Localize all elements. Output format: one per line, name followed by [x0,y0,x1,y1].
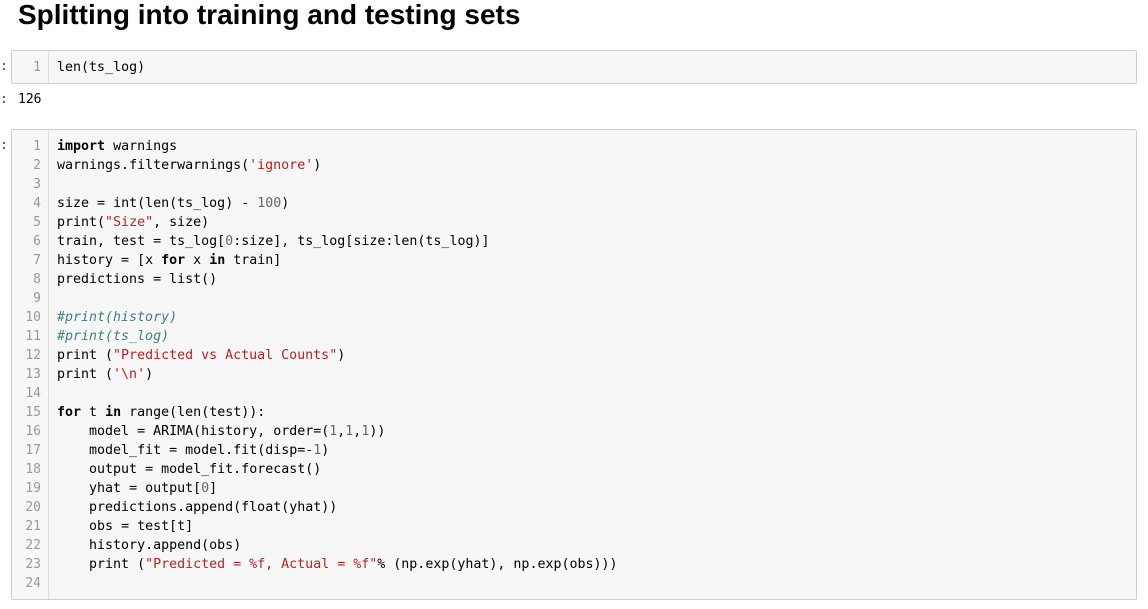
code-text[interactable]: predictions.append(float(yhat)) [57,498,337,517]
line-number: 21 [25,519,41,534]
code-text[interactable]: print ("Predicted vs Actual Counts") [57,346,345,365]
line-number: 3 [33,177,41,192]
code-line: 13 print ('\n') [12,365,1136,384]
line-number: 20 [25,500,41,515]
code-text[interactable]: len(ts_log) [57,58,145,77]
code-line: 11 #print(ts_log) [12,327,1136,346]
line-number: 1 [33,139,41,154]
section-heading: Splitting into training and testing sets [18,0,521,30]
code-text[interactable]: print ("Predicted = %f, Actual = %f"% (n… [57,555,618,574]
code-text[interactable]: print("Size", size) [57,213,209,232]
line-number: 6 [33,234,41,249]
cell-1-prompt: : [0,59,8,74]
line-number: 22 [25,538,41,553]
code-line: 5 print("Size", size) [12,213,1136,232]
code-line: 23 print ("Predicted = %f, Actual = %f"%… [12,555,1136,574]
code-text[interactable]: output = model_fit.forecast() [57,460,321,479]
code-line: 24 [12,574,1136,593]
code-text[interactable]: obs = test[t] [57,517,193,536]
code-cell-2[interactable]: 1 import warnings 2 warnings.filterwarnings… [11,129,1137,600]
code-line: 9 [12,289,1136,308]
line-number: 13 [25,367,41,382]
code-line: 8 predictions = list() [12,270,1136,289]
code-text[interactable]: history.append(obs) [57,536,241,555]
line-number: 4 [33,196,41,211]
code-line: 18 output = model_fit.forecast() [12,460,1136,479]
line-number: 24 [25,576,41,591]
code-text[interactable]: size = int(len(ts_log) - 100) [57,194,289,213]
code-cell-1[interactable]: 1 len(ts_log) [11,50,1137,84]
line-number: 16 [25,424,41,439]
code-lines: 1 import warnings 2 warnings.filterwarnings… [12,137,1136,593]
line-number: 12 [25,348,41,363]
code-line: 14 [12,384,1136,403]
code-line: 4 size = int(len(ts_log) - 100) [12,194,1136,213]
code-line: 1 import warnings [12,137,1136,156]
code-line: 16 model = ARIMA(history, order=(1,1,1)) [12,422,1136,441]
code-line: 7 history = [x for x in train] [12,251,1136,270]
code-text[interactable]: model = ARIMA(history, order=(1,1,1)) [57,422,385,441]
code-line: 21 obs = test[t] [12,517,1136,536]
code-text[interactable]: import warnings [57,137,177,156]
code-line: 6 train, test = ts_log[0:size], ts_log[si… [12,232,1136,251]
line-number: 9 [33,291,41,306]
code-line: 10 #print(history) [12,308,1136,327]
code-line: 17 model_fit = model.fit(disp=-1) [12,441,1136,460]
code-text[interactable]: warnings.filterwarnings('ignore') [57,156,321,175]
code-text[interactable]: yhat = output[0] [57,479,217,498]
code-line: 2 warnings.filterwarnings('ignore') [12,156,1136,175]
line-number: 7 [33,253,41,268]
code-text[interactable]: #print(ts_log) [57,327,169,346]
code-text[interactable]: model_fit = model.fit(disp=-1) [57,441,329,460]
code-line: 12 print ("Predicted vs Actual Counts") [12,346,1136,365]
code-text[interactable]: predictions = list() [57,270,217,289]
code-line: 19 yhat = output[0] [12,479,1136,498]
line-number: 5 [33,215,41,230]
code-text[interactable]: history = [x for x in train] [57,251,281,270]
line-number: 11 [25,329,41,344]
line-number: 2 [33,158,41,173]
code-text[interactable]: #print(history) [57,308,177,327]
line-number: 10 [25,310,41,325]
line-number: 23 [25,557,41,572]
code-text[interactable]: train, test = ts_log[0:size], ts_log[siz… [57,232,489,251]
code-line: 15 for t in range(len(test)): [12,403,1136,422]
code-line: 20 predictions.append(float(yhat)) [12,498,1136,517]
code-line: 22 history.append(obs) [12,536,1136,555]
line-number: 17 [25,443,41,458]
code-lines: 1 len(ts_log) [12,58,1136,77]
code-text[interactable]: for t in range(len(test)): [57,403,265,422]
line-number: 1 [33,60,41,75]
line-number: 8 [33,272,41,287]
output-prompt: : [0,92,8,107]
code-line: 3 [12,175,1136,194]
line-number: 15 [25,405,41,420]
cell-2-prompt: : [0,138,8,153]
line-number: 19 [25,481,41,496]
line-number: 18 [25,462,41,477]
code-line: 1 len(ts_log) [12,58,1136,77]
notebook-page: Splitting into training and testing sets… [0,0,1148,609]
cell-1-output: 126 [18,92,42,107]
line-number: 14 [25,386,41,401]
code-text[interactable]: print ('\n') [57,365,153,384]
